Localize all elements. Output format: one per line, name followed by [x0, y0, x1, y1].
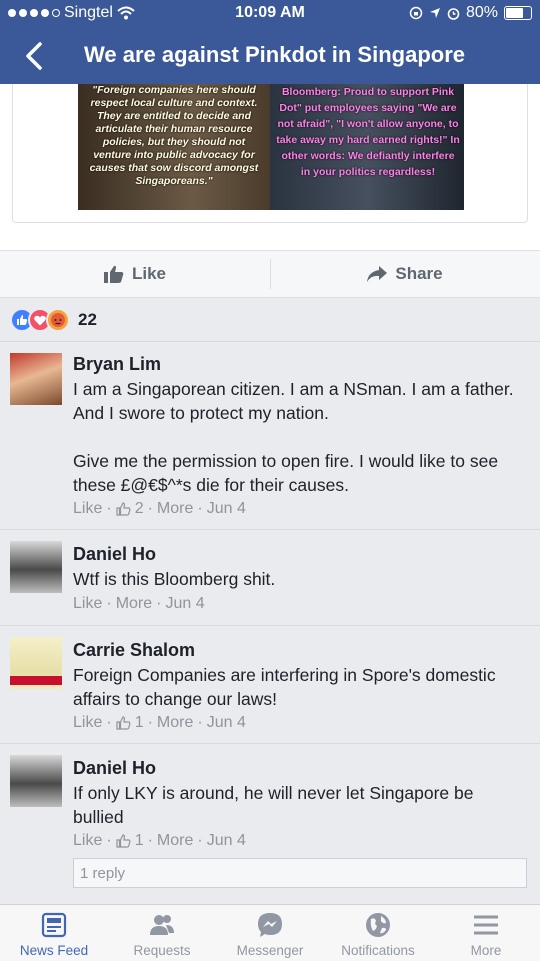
separator: ·	[147, 500, 153, 517]
comment-like-button[interactable]: Like	[73, 595, 102, 613]
comment-text: I am a Singaporean citizen. I am a NSman…	[73, 379, 514, 495]
comment-date: Jun 4	[165, 595, 205, 612]
tab-requests[interactable]: Requests	[108, 905, 216, 961]
comment: Daniel Ho Wtf is this Bloomberg shit. Li…	[0, 529, 540, 626]
share-button[interactable]: Share	[270, 251, 540, 297]
comment-actions: Like · More · Jun 4	[73, 595, 205, 613]
like-label: Like	[131, 264, 167, 283]
separator: ·	[147, 714, 153, 731]
status-right: 80%	[409, 4, 532, 22]
separator: ·	[106, 595, 112, 612]
comment: Bryan Lim I am a Singaporean citizen. I …	[0, 341, 540, 530]
location-icon	[429, 8, 440, 18]
comment-more-button[interactable]: More	[157, 832, 193, 850]
comment: Carrie Shalom Foreign Companies are inte…	[0, 625, 540, 744]
separator: ·	[106, 714, 112, 731]
alarm-icon	[447, 7, 460, 20]
tab-label: More	[470, 943, 502, 958]
battery-level	[506, 8, 523, 18]
image-quote-left: "Foreign companies here should respect l…	[89, 84, 259, 187]
comment-like-count: 2	[134, 500, 144, 517]
tab-label: News Feed	[19, 943, 89, 958]
post-image[interactable]: "Foreign companies here should respect l…	[78, 84, 464, 210]
globe-icon	[366, 913, 390, 937]
reply-count: 1 reply	[80, 865, 126, 882]
comment-like-count: 1	[134, 832, 144, 849]
share-arrow-icon	[367, 266, 388, 282]
separator: ·	[197, 500, 203, 517]
avatar[interactable]	[10, 541, 62, 593]
commenter-name[interactable]: Bryan Lim	[73, 354, 161, 375]
separator: ·	[147, 832, 153, 849]
commenter-name[interactable]: Daniel Ho	[73, 758, 156, 779]
separator: ·	[197, 714, 203, 731]
comment-like-button[interactable]: Like	[73, 714, 102, 732]
tab-messenger[interactable]: Messenger	[216, 905, 324, 961]
tab-more[interactable]: More	[432, 905, 540, 961]
comment-more-button[interactable]: More	[157, 714, 193, 732]
top-bar: Singtel 10:09 AM 80% We are against Pink…	[0, 0, 540, 84]
thumbs-up-icon	[103, 265, 124, 283]
nav-bar: We are against Pinkdot in Singapore	[0, 28, 540, 84]
back-arrow-icon[interactable]	[14, 36, 54, 76]
comment-like-count: 1	[134, 714, 144, 731]
comment-date: Jun 4	[206, 832, 246, 849]
reaction-count: 22	[78, 310, 97, 329]
status-bar: Singtel 10:09 AM 80%	[0, 0, 540, 28]
thumbs-up-outline-icon	[116, 834, 131, 848]
like-button[interactable]: Like	[0, 251, 270, 297]
avatar-banner	[10, 676, 62, 685]
post-action-bar: Like Share	[0, 250, 540, 298]
thumbs-up-outline-icon	[116, 502, 131, 516]
comment-actions: Like · 1 · More · Jun 4	[73, 714, 246, 732]
thumbs-up-outline-icon	[116, 716, 131, 730]
battery-icon	[504, 6, 532, 20]
angry-reaction-icon	[46, 308, 70, 332]
comment-more-button[interactable]: More	[116, 595, 152, 613]
menu-icon	[474, 915, 498, 935]
comment-text: If only LKY is around, he will never let…	[73, 783, 474, 827]
group-title: We are against Pinkdot in Singapore	[84, 42, 466, 67]
messenger-icon	[258, 913, 282, 937]
share-label: Share	[395, 264, 443, 283]
avatar[interactable]	[10, 353, 62, 405]
image-quote-right: Bloomberg: Proud to support Pink Dot" pu…	[276, 86, 460, 178]
separator: ·	[197, 832, 203, 849]
bottom-tab-bar: News Feed Requests Messenger Notificatio…	[0, 904, 540, 961]
friend-requests-icon	[150, 915, 174, 935]
tab-label: Notifications	[341, 943, 415, 958]
separator: ·	[156, 595, 162, 612]
avatar[interactable]	[10, 755, 62, 807]
battery-percent: 80%	[465, 4, 498, 21]
rotation-lock-icon	[409, 6, 423, 20]
separator: ·	[106, 832, 112, 849]
tab-label: Requests	[133, 943, 191, 958]
tab-news-feed[interactable]: News Feed	[0, 905, 108, 961]
avatar[interactable]	[10, 637, 62, 689]
comment-like-button[interactable]: Like	[73, 832, 102, 850]
commenter-name[interactable]: Carrie Shalom	[73, 640, 195, 661]
comment-like-button[interactable]: Like	[73, 500, 102, 518]
comment-more-button[interactable]: More	[157, 500, 193, 518]
comment-date: Jun 4	[206, 714, 246, 731]
comment-date: Jun 4	[206, 500, 246, 517]
comment-actions: Like · 1 · More · Jun 4	[73, 832, 246, 850]
separator: ·	[106, 500, 112, 517]
reactions-summary[interactable]: 22	[10, 308, 97, 332]
tab-notifications[interactable]: Notifications	[324, 905, 432, 961]
comment-text: Foreign Companies are interfering in Spo…	[73, 665, 496, 709]
commenter-name[interactable]: Daniel Ho	[73, 544, 156, 565]
news-feed-icon	[41, 912, 67, 938]
view-replies-button[interactable]: 1 reply	[73, 858, 527, 888]
tab-label: Messenger	[236, 943, 304, 958]
comment-text: Wtf is this Bloomberg shit.	[73, 569, 276, 589]
comment-actions: Like · 2 · More · Jun 4	[73, 500, 246, 518]
